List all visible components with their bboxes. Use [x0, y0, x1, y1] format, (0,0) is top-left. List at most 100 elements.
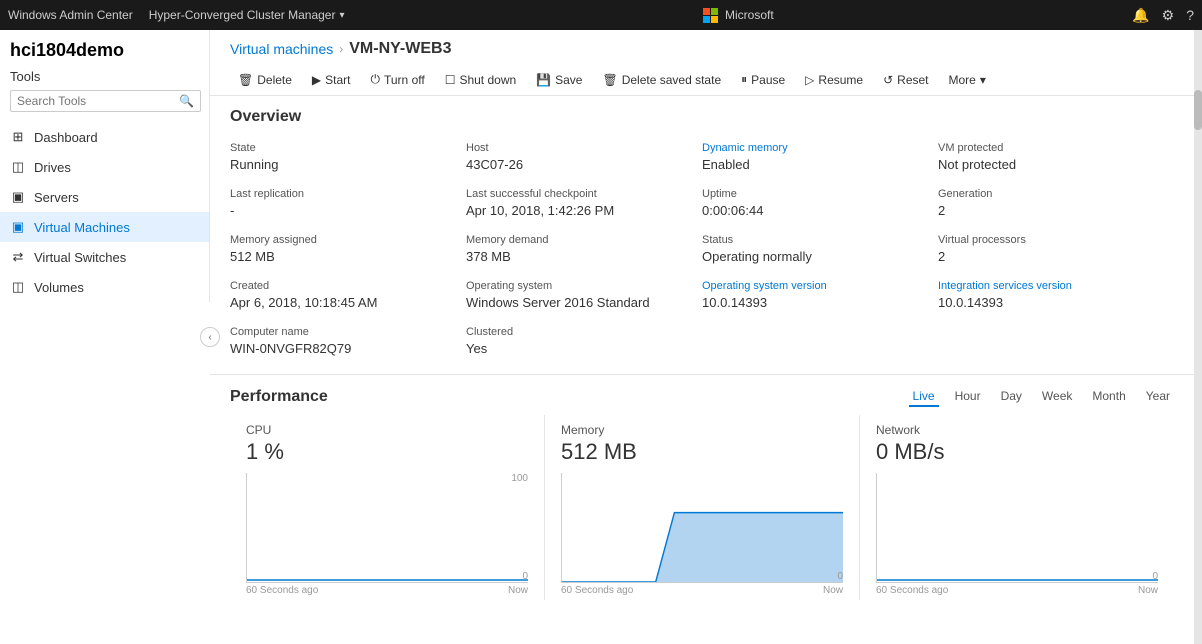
sidebar: hci1804demo Tools 🔍 ⊞ Dashboard ◫ Drives [0, 30, 210, 302]
cluster-label: Hyper-Converged Cluster Manager [149, 8, 336, 22]
field-value: 2 [938, 249, 1174, 264]
sidebar-item-label: Virtual Machines [34, 220, 130, 235]
sidebar-item-volumes[interactable]: ◫ Volumes [0, 272, 209, 302]
ms-sq-blue [703, 16, 710, 23]
tab-live[interactable]: Live [909, 387, 939, 407]
brand-label: Windows Admin Center [8, 8, 133, 22]
breadcrumb-separator: › [339, 42, 343, 56]
overview-field-dynamic-memory: Dynamic memory Enabled [702, 136, 938, 182]
more-button[interactable]: More ▾ [941, 69, 994, 91]
network-chart-svg [877, 473, 1158, 582]
instance-name: hci1804demo [10, 40, 201, 61]
virtual-switches-icon: ⇄ [10, 249, 26, 265]
start-button[interactable]: ▶ Start [304, 69, 359, 91]
sidebar-item-label: Virtual Switches [34, 250, 126, 265]
top-navigation: Windows Admin Center Hyper-Converged Clu… [0, 0, 1202, 30]
field-label: Memory assigned [230, 234, 466, 246]
tab-hour[interactable]: Hour [951, 387, 985, 407]
tab-day[interactable]: Day [997, 387, 1026, 407]
sidebar-item-dashboard[interactable]: ⊞ Dashboard [0, 122, 209, 152]
field-label: Status [702, 234, 938, 246]
breadcrumb-current: VM-NY-WEB3 [349, 40, 451, 58]
sidebar-collapse-button[interactable]: ‹ [200, 327, 220, 347]
memory-x-left: 60 Seconds ago [561, 585, 633, 596]
toolbar: 🗑 Delete ▶ Start ⏻ Turn off ☐ Shut down … [210, 64, 1194, 96]
scrollbar-thumb[interactable] [1194, 90, 1202, 130]
sidebar-item-servers[interactable]: ▣ Servers [0, 182, 209, 212]
network-x-labels: 60 Seconds ago Now [876, 585, 1158, 596]
nav-center: Microsoft [345, 8, 1133, 23]
memory-label: Memory [561, 423, 843, 437]
breadcrumb-parent[interactable]: Virtual machines [230, 41, 333, 57]
scrollbar-track[interactable] [1194, 30, 1202, 644]
resume-button[interactable]: ▷ Resume [797, 69, 871, 91]
sidebar-item-label: Volumes [34, 280, 84, 295]
cpu-x-labels: 60 Seconds ago Now [246, 585, 528, 596]
field-value: WIN-0NVGFR82Q79 [230, 341, 466, 356]
overview-title: Overview [230, 108, 1174, 126]
cpu-y-max: 100 [511, 473, 528, 484]
delete-button[interactable]: 🗑 Delete [230, 69, 300, 91]
field-label: Generation [938, 188, 1174, 200]
pause-icon: ⏸ [741, 72, 747, 87]
field-value: 0:00:06:44 [702, 203, 938, 218]
field-value: Operating normally [702, 249, 938, 264]
field-value: 378 MB [466, 249, 702, 264]
overview-field-computer-name: Computer name WIN-0NVGFR82Q79 [230, 320, 466, 366]
field-value: 10.0.14393 [702, 295, 938, 310]
memory-chart-area: 0 [561, 473, 843, 583]
performance-section: Performance Live Hour Day Week Month Yea… [210, 374, 1194, 600]
field-label: Clustered [466, 326, 702, 338]
field-value: 43C07-26 [466, 157, 702, 172]
delete-saved-button[interactable]: 🗑 Delete saved state [594, 69, 729, 91]
cpu-label: CPU [246, 423, 528, 437]
memory-y-min: 0 [837, 571, 843, 582]
tab-week[interactable]: Week [1038, 387, 1076, 407]
start-icon: ▶ [312, 73, 321, 87]
main-layout: hci1804demo Tools 🔍 ⊞ Dashboard ◫ Drives [0, 30, 1202, 644]
field-value: Enabled [702, 157, 938, 172]
field-label: Memory demand [466, 234, 702, 246]
save-button[interactable]: 💾 Save [528, 69, 590, 91]
tab-month[interactable]: Month [1088, 387, 1129, 407]
cpu-chart-svg [247, 473, 528, 582]
field-value: 10.0.14393 [938, 295, 1174, 310]
field-label: Host [466, 142, 702, 154]
pause-button[interactable]: ⏸ Pause [733, 68, 793, 91]
cluster-selector[interactable]: Hyper-Converged Cluster Manager ▾ [149, 8, 345, 22]
turn-off-button[interactable]: ⏻ Turn off [363, 68, 433, 91]
tab-year[interactable]: Year [1142, 387, 1174, 407]
network-label: Network [876, 423, 1158, 437]
overview-field-status: Status Operating normally [702, 228, 938, 274]
sidebar-item-label: Drives [34, 160, 71, 175]
delete-saved-icon: 🗑 [602, 73, 617, 87]
field-value: Windows Server 2016 Standard [466, 295, 702, 310]
field-label: Integration services version [938, 280, 1174, 292]
shut-down-icon: ☐ [445, 73, 456, 87]
cpu-chart: CPU 1 % 100 0 60 Sec [230, 415, 545, 600]
search-tools-box[interactable]: 🔍 [10, 90, 201, 112]
cpu-x-left: 60 Seconds ago [246, 585, 318, 596]
breadcrumb: Virtual machines › VM-NY-WEB3 [210, 30, 1194, 64]
search-tools-input[interactable] [17, 94, 179, 108]
reset-button[interactable]: ↺ Reset [875, 69, 936, 91]
volumes-icon: ◫ [10, 279, 26, 295]
overview-field-os: Operating system Windows Server 2016 Sta… [466, 274, 702, 320]
overview-field-vm-protected: VM protected Not protected [938, 136, 1174, 182]
overview-grid: State Running Host 43C07-26 Dynamic memo… [230, 136, 1174, 366]
nav-right-icons: 🔔 ⚙ ? [1132, 7, 1194, 24]
notification-icon[interactable]: 🔔 [1132, 7, 1149, 24]
sidebar-item-virtual-machines[interactable]: ▣ Virtual Machines [0, 212, 209, 242]
overview-field-virtual-processors: Virtual processors 2 [938, 228, 1174, 274]
shut-down-button[interactable]: ☐ Shut down [437, 69, 524, 91]
field-value: Apr 10, 2018, 1:42:26 PM [466, 203, 702, 218]
sidebar-item-virtual-switches[interactable]: ⇄ Virtual Switches [0, 242, 209, 272]
sidebar-item-drives[interactable]: ◫ Drives [0, 152, 209, 182]
help-icon[interactable]: ? [1186, 7, 1194, 23]
field-value: Yes [466, 341, 702, 356]
overview-field-clustered: Clustered Yes [466, 320, 702, 366]
overview-field-host: Host 43C07-26 [466, 136, 702, 182]
memory-x-labels: 60 Seconds ago Now [561, 585, 843, 596]
settings-icon[interactable]: ⚙ [1162, 7, 1175, 24]
field-value: Running [230, 157, 466, 172]
